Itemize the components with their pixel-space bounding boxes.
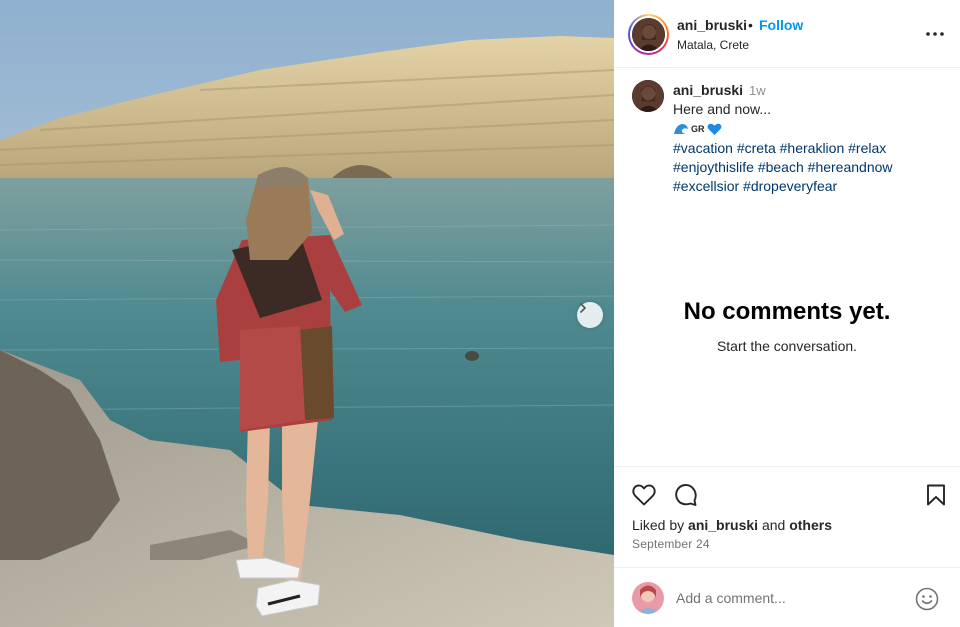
caption-avatar[interactable] xyxy=(632,80,664,112)
blue-heart-emoji-icon xyxy=(707,123,721,135)
caption-timestamp[interactable]: 1w xyxy=(749,83,766,98)
separator-dot: • xyxy=(748,17,753,33)
author-username[interactable]: ani_bruski xyxy=(677,17,747,33)
hashtag-link[interactable]: #beach xyxy=(758,159,804,175)
post-photo[interactable] xyxy=(0,0,614,627)
liked-by-line: Liked by ani_bruski and others xyxy=(632,517,832,533)
liked-by-prefix: Liked by xyxy=(632,517,685,533)
post-actions: Liked by ani_bruski and others September… xyxy=(614,466,960,566)
photo-scene xyxy=(0,0,614,627)
comment-input[interactable] xyxy=(676,587,896,609)
hashtag-link[interactable]: #heraklion xyxy=(780,140,845,156)
comment-icon xyxy=(675,484,697,506)
more-horizontal-icon xyxy=(926,32,944,36)
author-avatar xyxy=(632,18,665,51)
caption-emoji-flag: GR xyxy=(673,120,722,139)
liked-by-and: and xyxy=(761,517,786,533)
save-button[interactable] xyxy=(922,481,950,509)
empty-comments-state: No comments yet. Start the conversation. xyxy=(614,298,960,354)
hashtag-link[interactable]: #excellsior xyxy=(673,178,739,194)
post-location[interactable]: Matala, Crete xyxy=(677,38,749,52)
post-header: ani_bruski • Follow Matala, Crete xyxy=(614,0,960,68)
liked-by-others[interactable]: others xyxy=(789,517,832,533)
flag-text: GR xyxy=(691,123,705,134)
bookmark-icon xyxy=(927,484,945,506)
empty-comments-title: No comments yet. xyxy=(683,298,891,325)
caption-username[interactable]: ani_bruski xyxy=(673,82,743,98)
like-button[interactable] xyxy=(630,481,658,509)
liked-by-user[interactable]: ani_bruski xyxy=(688,517,758,533)
author-avatar-story-ring[interactable] xyxy=(628,14,669,55)
caption-text: Here and now... xyxy=(673,101,772,117)
post-date[interactable]: September 24 xyxy=(632,537,710,551)
heart-icon xyxy=(632,484,656,506)
hashtag-link[interactable]: #hereandnow xyxy=(808,159,893,175)
more-options-button[interactable] xyxy=(924,24,946,44)
current-user-avatar xyxy=(632,582,664,614)
follow-button[interactable]: Follow xyxy=(759,17,803,33)
emoji-icon xyxy=(915,587,939,611)
hashtag-link[interactable]: #creta xyxy=(737,140,776,156)
hashtag-link[interactable]: #vacation xyxy=(673,140,733,156)
comment-button[interactable] xyxy=(672,481,700,509)
hashtag-link[interactable]: #enjoythislife xyxy=(673,159,754,175)
chevron-right-icon xyxy=(580,303,587,313)
hashtag-link[interactable]: #relax xyxy=(848,140,886,156)
post-details-panel: ani_bruski • Follow Matala, Crete ani_br… xyxy=(614,0,960,627)
wave-emoji-icon xyxy=(674,124,688,135)
emoji-button[interactable] xyxy=(914,586,940,612)
next-photo-button[interactable] xyxy=(577,302,603,328)
empty-comments-subtitle: Start the conversation. xyxy=(716,338,858,354)
comment-composer xyxy=(614,567,960,627)
hashtag-link[interactable]: #dropeveryfear xyxy=(743,178,837,194)
